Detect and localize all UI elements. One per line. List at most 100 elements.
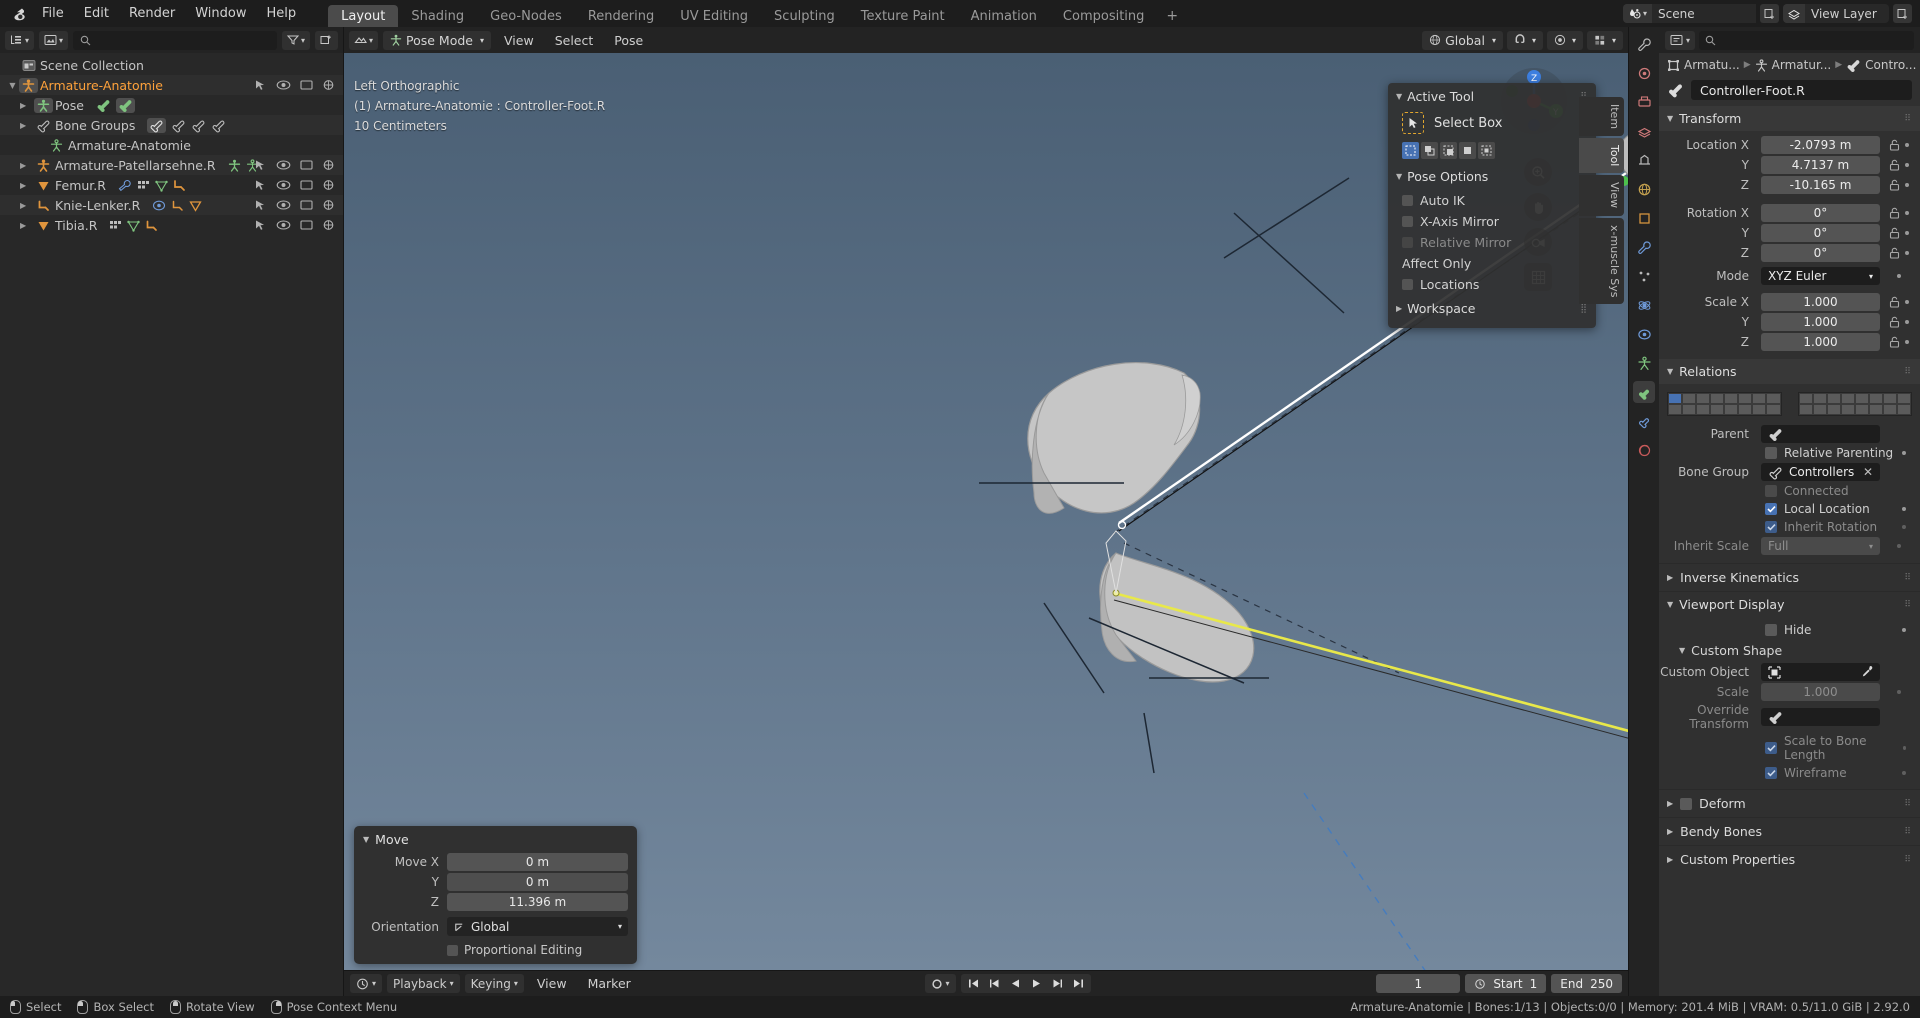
- relative-parenting-row[interactable]: Relative Parenting: [1659, 444, 1920, 462]
- properties-tab-object-data[interactable]: [1633, 352, 1655, 374]
- bone-group-active-icon[interactable]: [147, 117, 167, 133]
- bone-layer-cell[interactable]: [1724, 404, 1739, 415]
- properties-tab-tool[interactable]: [1633, 33, 1655, 55]
- timeline-editor-type-icon[interactable]: ▾: [350, 974, 383, 993]
- bone-layer-cell[interactable]: [1752, 404, 1767, 415]
- pose-option-x-axis-mirror[interactable]: X-Axis Mirror: [1388, 211, 1596, 232]
- properties-tab-object-constraints[interactable]: [1633, 323, 1655, 345]
- menu-file[interactable]: File: [32, 3, 74, 24]
- bone-layer-cell[interactable]: [1668, 404, 1683, 415]
- pose-options-section-header[interactable]: ▼ Pose Options: [1388, 163, 1596, 190]
- bone-layers-set-2[interactable]: [1797, 392, 1912, 416]
- viewport-display-panel-header[interactable]: ▼ Viewport Display ⠿: [1659, 591, 1920, 617]
- bone-layer-cell[interactable]: [1668, 393, 1683, 404]
- animate-property-dot[interactable]: [1905, 320, 1909, 324]
- breadcrumb-armature-data[interactable]: Armatur...: [1755, 58, 1831, 72]
- bone-layer-cell[interactable]: [1882, 393, 1897, 404]
- animate-property-dot[interactable]: [1905, 231, 1909, 235]
- rotation-x-field[interactable]: 0°: [1761, 204, 1880, 222]
- bone-layer-cell[interactable]: [1724, 393, 1739, 404]
- play-reverse-button[interactable]: [1005, 976, 1026, 991]
- outliner-row-armature-patellarsehne-r[interactable]: ▶ Armature-Patellarsehne.R: [0, 155, 343, 175]
- bone-layers-set-1[interactable]: [1667, 392, 1782, 416]
- workspace-tab-shading[interactable]: Shading: [398, 5, 477, 27]
- properties-tab-render[interactable]: [1633, 62, 1655, 84]
- relations-panel-header[interactable]: ▼ Relations ⠿: [1659, 359, 1920, 384]
- location-y-field[interactable]: 4.7137 m: [1761, 156, 1880, 174]
- workspace-tab-uv-editing[interactable]: UV Editing: [667, 5, 761, 27]
- jump-to-end-button[interactable]: [1068, 976, 1089, 991]
- inverse-kinematics-panel-header[interactable]: ▶ Inverse Kinematics ⠿: [1659, 563, 1920, 591]
- scene-name-field[interactable]: Scene: [1652, 4, 1756, 23]
- end-value[interactable]: 250: [1590, 977, 1613, 991]
- bone-layer-cell[interactable]: [1868, 404, 1883, 415]
- checkbox[interactable]: [1402, 216, 1413, 227]
- scale-x-field[interactable]: 1.000: [1761, 293, 1880, 311]
- new-collection-icon[interactable]: [315, 30, 338, 50]
- outliner-row-armature-anatomie[interactable]: ▼ Armature-Anatomie: [0, 75, 343, 95]
- bone-layer-cell[interactable]: [1766, 393, 1781, 404]
- rotation-y-field[interactable]: 0°: [1761, 224, 1880, 242]
- animate-property-dot[interactable]: [1902, 628, 1906, 632]
- new-view-layer-button[interactable]: [1893, 4, 1912, 23]
- bone-layer-cell[interactable]: [1854, 393, 1869, 404]
- deform-panel-header[interactable]: ▶ Deform ⠿: [1659, 789, 1920, 817]
- disclosure-open[interactable]: ▼: [6, 81, 19, 90]
- parent-field[interactable]: [1761, 425, 1880, 443]
- breadcrumb-object[interactable]: Armatu...: [1667, 58, 1740, 72]
- properties-tab-physics[interactable]: [1633, 294, 1655, 316]
- bone-layer-cell[interactable]: [1854, 404, 1869, 415]
- sidebar-tab-item[interactable]: Item: [1579, 97, 1624, 137]
- sidebar-tab-x-muscle-sys[interactable]: x-muscle Sys: [1579, 217, 1624, 305]
- location-x-field[interactable]: -2.0793 m: [1761, 136, 1880, 154]
- transform-orientation-selector[interactable]: Global ▾: [1422, 30, 1503, 50]
- outliner-search-input[interactable]: [73, 30, 277, 50]
- transform-panel-header[interactable]: ▼ Transform ⠿: [1659, 106, 1920, 131]
- disclosure-closed[interactable]: ▶: [6, 221, 26, 230]
- workspace-tab-texture-paint[interactable]: Texture Paint: [848, 5, 958, 27]
- bone-layer-cell[interactable]: [1696, 393, 1711, 404]
- workspace-tab-compositing[interactable]: Compositing: [1050, 5, 1158, 27]
- outliner-row-knie-lenker-r[interactable]: ▶ Knie-Lenker.R: [0, 195, 343, 215]
- move-x-field[interactable]: 0 m: [447, 853, 628, 871]
- view-layer-name-field[interactable]: View Layer: [1805, 5, 1889, 23]
- menu-edit[interactable]: Edit: [74, 3, 119, 24]
- location-z-field[interactable]: -10.165 m: [1761, 176, 1880, 194]
- move-y-field[interactable]: 0 m: [447, 873, 628, 891]
- select-extend-icon[interactable]: [1421, 142, 1438, 159]
- bone-layer-cell[interactable]: [1812, 393, 1827, 404]
- bone-layer-cell[interactable]: [1752, 393, 1767, 404]
- bone-layer-cell[interactable]: [1826, 393, 1841, 404]
- start-value[interactable]: 1: [1530, 977, 1538, 991]
- menu-window[interactable]: Window: [185, 3, 256, 24]
- disclosure-closed[interactable]: ▶: [6, 121, 26, 130]
- deform-checkbox[interactable]: [1680, 797, 1693, 810]
- outliner-display-mode-icon[interactable]: ▾: [39, 30, 69, 50]
- bone-layer-cell[interactable]: [1840, 393, 1855, 404]
- current-frame-field[interactable]: 1: [1376, 974, 1461, 993]
- bone-layer-cell[interactable]: [1682, 404, 1697, 415]
- bone-layer-cell[interactable]: [1682, 393, 1697, 404]
- select-intersect-icon[interactable]: [1478, 142, 1495, 159]
- bone-layer-cell[interactable]: [1882, 404, 1897, 415]
- properties-tab-output[interactable]: [1633, 91, 1655, 113]
- blender-logo-icon[interactable]: [6, 4, 32, 24]
- viewport-editor-type-icon[interactable]: ▾: [349, 30, 379, 50]
- bone-icon-highlighted[interactable]: [115, 97, 135, 113]
- breadcrumb-bone[interactable]: Contro...: [1846, 58, 1916, 72]
- properties-tab-view-layer[interactable]: [1633, 120, 1655, 142]
- view-layer-selector[interactable]: View Layer: [1783, 4, 1889, 23]
- pose-option-auto-ik[interactable]: Auto IK: [1388, 190, 1596, 211]
- animate-property-dot[interactable]: [1905, 251, 1909, 255]
- workspace-section-header[interactable]: ▶ Workspace ⣿: [1388, 295, 1596, 322]
- timeline-menu-marker[interactable]: Marker: [580, 973, 639, 994]
- properties-search-input[interactable]: [1699, 30, 1914, 50]
- animate-property-dot[interactable]: [1905, 163, 1909, 167]
- animate-property-dot[interactable]: [1905, 183, 1909, 187]
- outliner-row-femur-r[interactable]: ▶ Femur.R: [0, 175, 343, 195]
- select-difference-icon[interactable]: [1459, 142, 1476, 159]
- properties-tab-bone-constraints[interactable]: [1633, 410, 1655, 432]
- orientation-dropdown[interactable]: Global ▾: [447, 917, 628, 936]
- jump-to-start-button[interactable]: [963, 976, 984, 991]
- bone-layer-cell[interactable]: [1738, 404, 1753, 415]
